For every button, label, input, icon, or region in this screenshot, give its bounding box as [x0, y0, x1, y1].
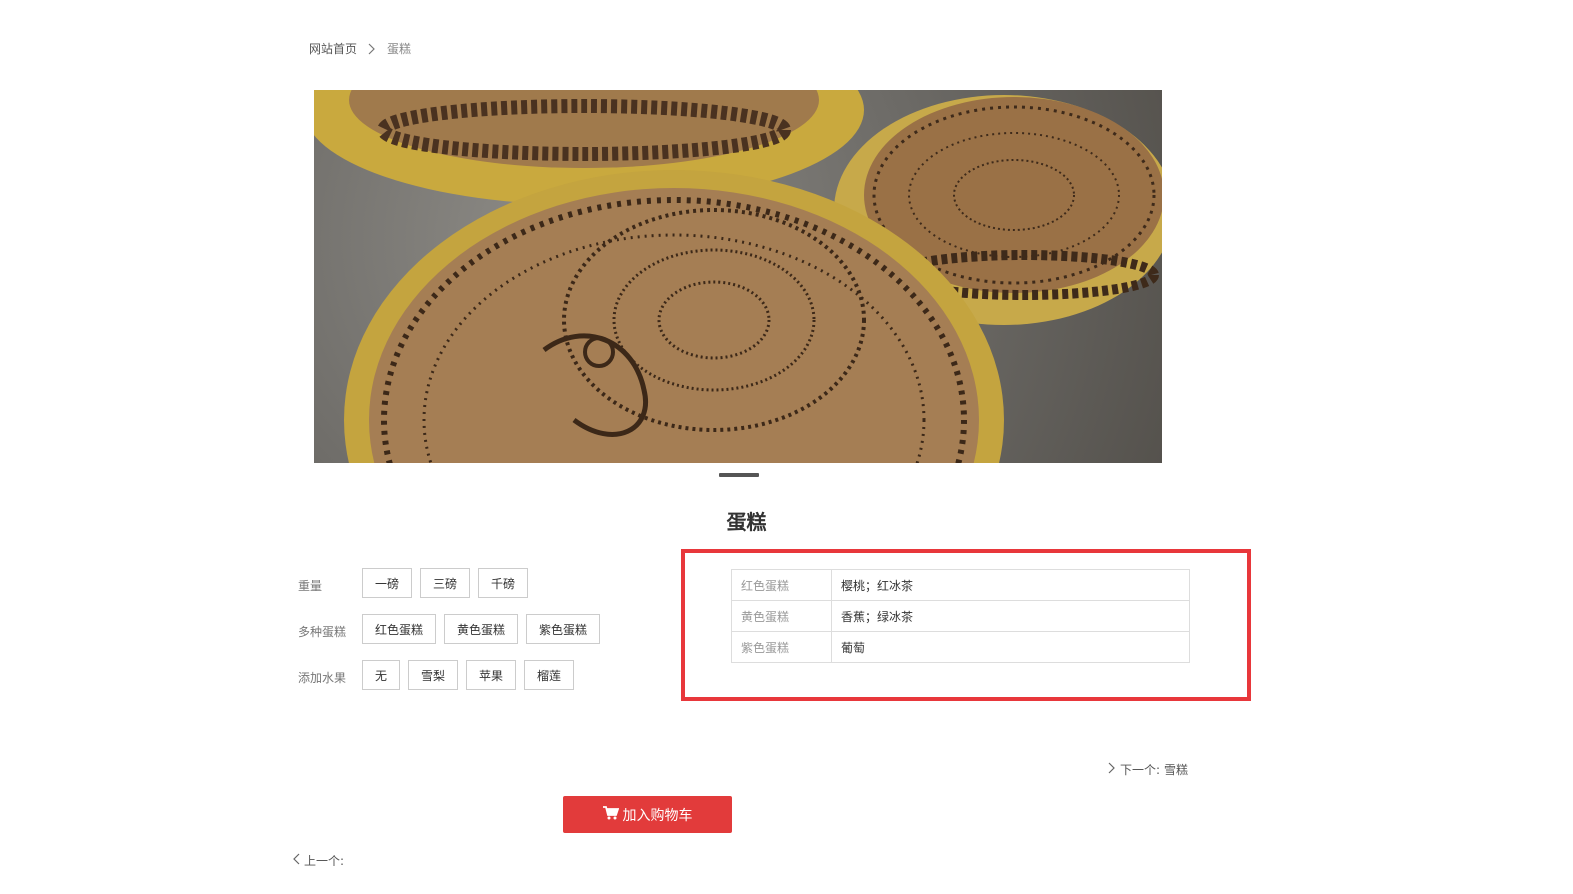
option-button[interactable]: 榴莲 — [524, 660, 575, 690]
option-label: 添加水果 — [298, 670, 347, 685]
option-button[interactable]: 千磅 — [478, 568, 529, 598]
option-button[interactable]: 一磅 — [362, 568, 413, 598]
spec-value: 香蕉；绿冰茶 — [831, 600, 1190, 632]
option-button[interactable]: 紫色蛋糕 — [526, 614, 601, 644]
option-label: 多种蛋糕 — [298, 624, 347, 639]
spec-value: 樱桃；红冰茶 — [831, 569, 1190, 601]
option-buttons: 无 雪梨 苹果 榴莲 — [362, 660, 575, 690]
option-buttons: 红色蛋糕 黄色蛋糕 紫色蛋糕 — [362, 614, 601, 644]
option-group-cake-type: 多种蛋糕 红色蛋糕 黄色蛋糕 紫色蛋糕 — [298, 614, 601, 644]
option-button[interactable]: 三磅 — [420, 568, 471, 598]
option-group-fruit: 添加水果 无 雪梨 苹果 榴莲 — [298, 660, 575, 690]
product-page: 网站首页 蛋糕 蛋糕 重量 一磅 三磅 千磅 多种蛋糕 红色蛋糕 黄色蛋糕 紫色… — [0, 0, 1573, 894]
chevron-left-icon — [292, 853, 300, 868]
spec-key: 红色蛋糕 — [731, 569, 832, 601]
prev-label: 上一个: — [304, 854, 345, 868]
breadcrumb: 网站首页 蛋糕 — [309, 40, 411, 57]
table-row: 黄色蛋糕 香蕉；绿冰茶 — [731, 600, 1190, 632]
table-row: 红色蛋糕 樱桃；红冰茶 — [731, 569, 1190, 601]
breadcrumb-current: 蛋糕 — [387, 42, 412, 56]
chevron-right-icon — [367, 42, 377, 56]
spec-table: 红色蛋糕 樱桃；红冰茶 黄色蛋糕 香蕉；绿冰茶 紫色蛋糕 葡萄 — [731, 569, 1190, 663]
option-buttons: 一磅 三磅 千磅 — [362, 568, 529, 598]
prev-product-link[interactable]: 上一个: — [292, 852, 344, 869]
next-product-link[interactable]: 下一个: 雪糕 — [1108, 761, 1188, 778]
spec-key: 紫色蛋糕 — [731, 631, 832, 663]
option-button[interactable]: 红色蛋糕 — [362, 614, 437, 644]
table-row: 紫色蛋糕 葡萄 — [731, 631, 1190, 663]
next-label: 下一个: — [1120, 763, 1161, 777]
breadcrumb-home-link[interactable]: 网站首页 — [309, 40, 357, 57]
add-to-cart-button[interactable]: 加入购物车 — [563, 796, 732, 833]
add-to-cart-label: 加入购物车 — [622, 807, 693, 824]
cart-icon — [602, 805, 619, 824]
chevron-right-icon — [1108, 762, 1116, 777]
spec-value: 葡萄 — [831, 631, 1190, 663]
option-button[interactable]: 无 — [362, 660, 401, 690]
carousel-indicator[interactable] — [719, 473, 759, 477]
spec-key: 黄色蛋糕 — [731, 600, 832, 632]
option-button[interactable]: 黄色蛋糕 — [444, 614, 519, 644]
option-group-weight: 重量 一磅 三磅 千磅 — [298, 568, 529, 598]
option-button[interactable]: 雪梨 — [408, 660, 459, 690]
option-button[interactable]: 苹果 — [466, 660, 517, 690]
next-title[interactable]: 雪糕 — [1164, 761, 1188, 778]
product-title: 蛋糕 — [726, 510, 767, 534]
product-image[interactable] — [314, 90, 1162, 463]
option-label: 重量 — [298, 578, 323, 593]
